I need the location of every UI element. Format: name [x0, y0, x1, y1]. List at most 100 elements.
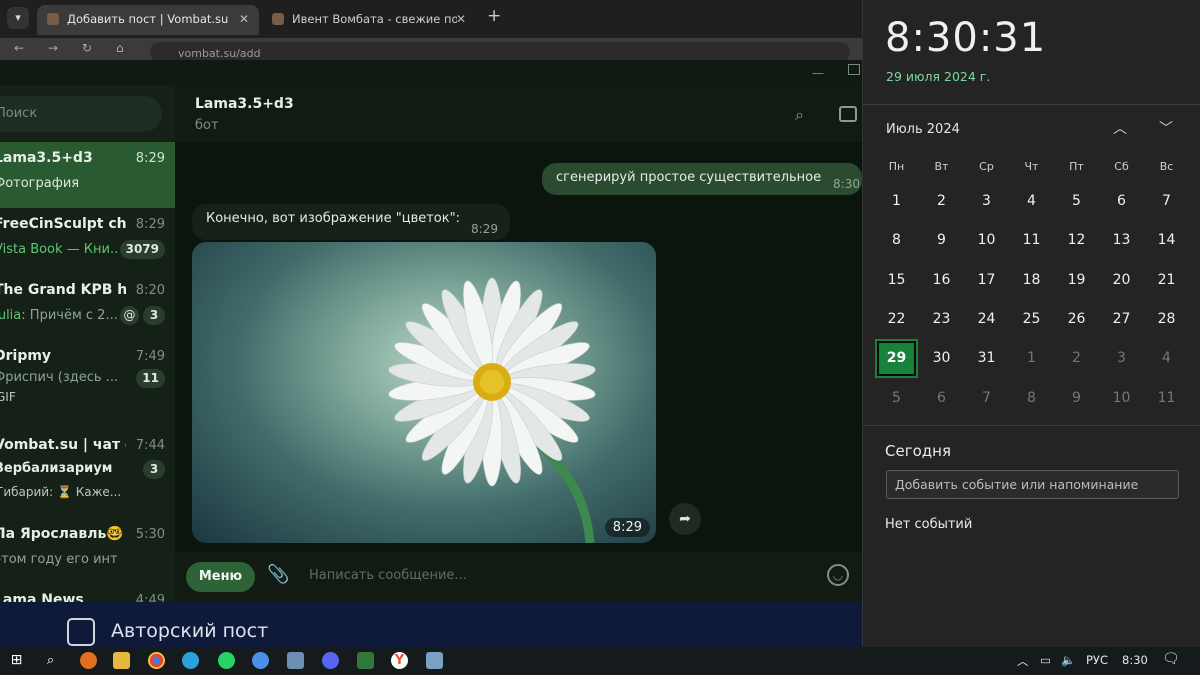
- paperclip-icon[interactable]: 📎: [267, 564, 289, 585]
- tab-search-dropdown[interactable]: ▾: [7, 7, 29, 29]
- new-tab-plus-icon[interactable]: +: [487, 6, 501, 26]
- chromium-icon[interactable]: [252, 652, 269, 669]
- calendar-day[interactable]: 23: [919, 300, 964, 339]
- calendar-day[interactable]: 30: [919, 339, 964, 378]
- calendar-day[interactable]: 12: [1054, 221, 1099, 260]
- calendar-day[interactable]: 28: [1144, 300, 1189, 339]
- calendar-day[interactable]: 25: [1009, 300, 1054, 339]
- network-icon[interactable]: ▭: [1040, 653, 1051, 667]
- calendar-day[interactable]: 10: [964, 221, 1009, 260]
- emoji-icon[interactable]: ◡: [827, 564, 849, 586]
- calendar-day[interactable]: 15: [874, 261, 919, 300]
- torrent-icon[interactable]: [357, 652, 374, 669]
- chat-list-item[interactable]: FreeCinSculpt chat 8:29 Vista Book — Кни…: [0, 208, 175, 274]
- calendar-day[interactable]: 9: [1054, 379, 1099, 418]
- forward-arrow-icon[interactable]: →: [48, 41, 58, 55]
- calendar-day[interactable]: 2: [1054, 339, 1099, 378]
- chat-list-item[interactable]: Ла Ярославль🤓 5:30 этом году его интервь…: [0, 518, 175, 584]
- telegram-icon[interactable]: [182, 652, 199, 669]
- month-title[interactable]: Июль 2024: [886, 122, 960, 137]
- calendar-day[interactable]: 13: [1099, 221, 1144, 260]
- close-icon[interactable]: ✕: [456, 5, 466, 33]
- chat-list-item[interactable]: Dripmy 7:49 Фриспич (здесь ... 11 GIF: [0, 340, 175, 408]
- calendar-day[interactable]: 20: [1099, 261, 1144, 300]
- calendar-day[interactable]: 4: [1144, 339, 1189, 378]
- minimize-icon[interactable]: —: [812, 66, 824, 80]
- calendar-day[interactable]: 4: [1009, 182, 1054, 221]
- maximize-icon[interactable]: [848, 64, 860, 75]
- whatsapp-icon[interactable]: [218, 652, 235, 669]
- chat-list-item[interactable]: The Grand KPB hotel 8:20 Julia: Причём с…: [0, 274, 175, 340]
- authored-post-checkbox[interactable]: [67, 618, 95, 646]
- chrome-icon[interactable]: [148, 652, 165, 669]
- forward-arrow-icon[interactable]: ➦: [669, 503, 701, 535]
- address-bar[interactable]: vombat.su/add: [150, 42, 850, 62]
- add-event-input[interactable]: Добавить событие или напоминание: [886, 470, 1179, 499]
- yandex-browser-icon[interactable]: Y: [391, 652, 408, 669]
- calendar-day[interactable]: 14: [1144, 221, 1189, 260]
- calendar-day[interactable]: 6: [919, 379, 964, 418]
- chevron-up-icon[interactable]: ︿: [1017, 653, 1029, 669]
- conversation-header[interactable]: Lama3.5+d3 бот ⌕: [175, 85, 862, 142]
- windows-start-icon[interactable]: ⊞: [8, 652, 25, 669]
- clock-date[interactable]: 29 июля 2024 г.: [886, 69, 990, 84]
- search-icon[interactable]: ⌕: [795, 105, 804, 125]
- tab-add-post[interactable]: Добавить пост | Vombat.su ✕: [37, 5, 259, 35]
- volume-icon[interactable]: 🔈: [1061, 653, 1075, 667]
- calendar-day[interactable]: 11: [1144, 379, 1189, 418]
- language-indicator[interactable]: РУС: [1086, 653, 1108, 667]
- calendar-day[interactable]: 19: [1054, 261, 1099, 300]
- chevron-up-icon[interactable]: ︿: [1113, 118, 1127, 138]
- calendar-day[interactable]: 1: [1009, 339, 1054, 378]
- calendar-day[interactable]: 1: [874, 182, 919, 221]
- photo-viewer-icon[interactable]: [426, 652, 443, 669]
- taskbar-clock[interactable]: 8:30: [1122, 653, 1148, 667]
- calendar-day[interactable]: 2: [919, 182, 964, 221]
- close-icon[interactable]: ✕: [239, 5, 249, 33]
- sidebar-toggle-icon[interactable]: [839, 106, 857, 122]
- tab-vombat-event[interactable]: Ивент Вомбата - свежие пост ✕: [262, 5, 476, 35]
- calendar-day[interactable]: 24: [964, 300, 1009, 339]
- chevron-down-icon[interactable]: ﹀: [1159, 118, 1173, 138]
- calendar-day[interactable]: 21: [1144, 261, 1189, 300]
- daisy-photo[interactable]: 8:29: [192, 242, 656, 543]
- calculator-icon[interactable]: [287, 652, 304, 669]
- calendar-day[interactable]: 7: [964, 379, 1009, 418]
- calendar-day[interactable]: 10: [1099, 379, 1144, 418]
- outgoing-message[interactable]: сгенерируй простое существительное 8:30: [542, 163, 862, 195]
- calendar-day[interactable]: 18: [1009, 261, 1054, 300]
- calendar-day[interactable]: 8: [1009, 379, 1054, 418]
- calendar-day[interactable]: 9: [919, 221, 964, 260]
- search-icon[interactable]: ⌕: [42, 652, 59, 669]
- blender-icon[interactable]: [80, 652, 97, 669]
- home-icon[interactable]: ⌂: [116, 41, 124, 55]
- file-explorer-icon[interactable]: [113, 652, 130, 669]
- search-input[interactable]: Поиск: [0, 96, 162, 132]
- calendar-day[interactable]: 8: [874, 221, 919, 260]
- calendar-day-today[interactable]: 29: [875, 339, 918, 379]
- discord-icon[interactable]: [322, 652, 339, 669]
- calendar-day[interactable]: 7: [1144, 182, 1189, 221]
- calendar-day[interactable]: 27: [1099, 300, 1144, 339]
- calendar-day[interactable]: 31: [964, 339, 1009, 378]
- calendar-day[interactable]: 26: [1054, 300, 1099, 339]
- chat-list-item[interactable]: Lama News 4:49: [0, 584, 175, 602]
- calendar-day[interactable]: 3: [964, 182, 1009, 221]
- calendar-day[interactable]: 11: [1009, 221, 1054, 260]
- chat-list-item[interactable]: Vombat.su | чат с... 7:44 Вербализариум …: [0, 429, 175, 499]
- bot-menu-button[interactable]: Меню: [186, 562, 255, 592]
- calendar-day[interactable]: 6: [1099, 182, 1144, 221]
- back-arrow-icon[interactable]: ←: [14, 41, 24, 55]
- chat-list-item[interactable]: Lama3.5+d3 8:29 Фотография: [0, 142, 175, 208]
- reload-icon[interactable]: ↻: [82, 41, 92, 55]
- calendar-day[interactable]: 5: [874, 379, 919, 418]
- chat-time: 4:49: [135, 593, 165, 602]
- calendar-day[interactable]: 3: [1099, 339, 1144, 378]
- calendar-day[interactable]: 17: [964, 261, 1009, 300]
- calendar-day[interactable]: 16: [919, 261, 964, 300]
- calendar-day[interactable]: 22: [874, 300, 919, 339]
- incoming-message[interactable]: Конечно, вот изображение "цветок": 8:29: [192, 204, 510, 240]
- notification-icon[interactable]: 🗨: [1162, 651, 1180, 667]
- calendar-day[interactable]: 5: [1054, 182, 1099, 221]
- message-input[interactable]: Написать сообщение...: [309, 568, 467, 583]
